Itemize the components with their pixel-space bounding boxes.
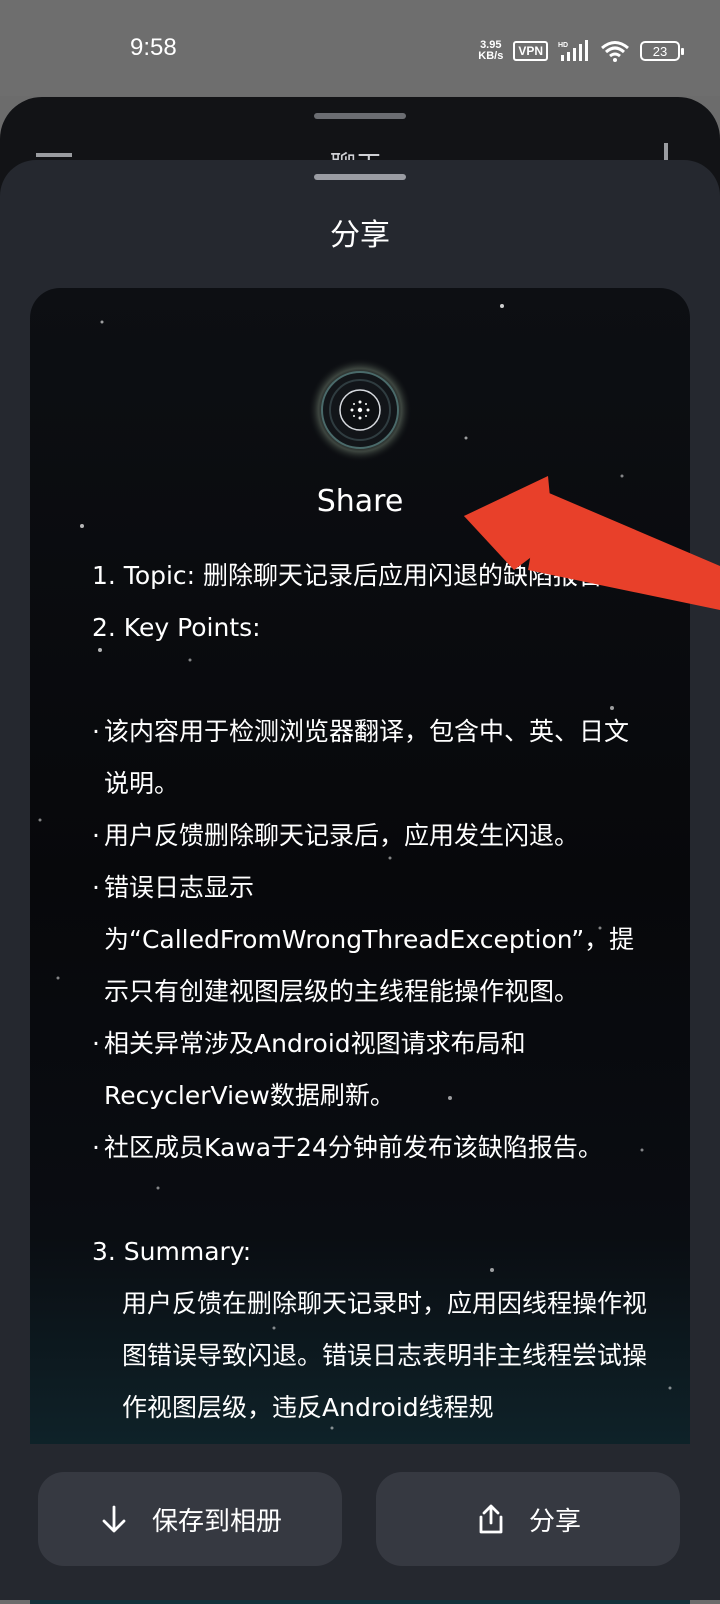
network-speed-unit: KB/s [478,50,504,62]
key-point-text: 用户反馈删除聊天记录后，应用发生闪退。 [104,821,580,850]
key-point-text: 相关异常涉及Android视图请求布局和RecyclerView数据刷新。 [104,1029,526,1110]
topic-line: 1. Topic: 删除聊天记录后应用闪退的缺陷报告 [92,561,604,590]
arrow-down-icon [102,1505,126,1533]
background-sheet-handle [314,113,406,119]
key-point-item: · 错误日志显示为“CalledFromWrongThreadException”… [92,862,652,1018]
signal-icon: HD [558,40,588,61]
key-points-heading: 2. Key Points: [92,613,261,642]
menu-icon [36,153,72,157]
bottom-action-bar: 保存到相册 分享 [0,1444,720,1600]
save-to-album-button[interactable]: 保存到相册 [38,1472,342,1566]
status-bar: 9:58 3.95 KB/s VPN HD 23 [0,0,720,96]
share-button[interactable]: 分享 [376,1472,680,1566]
svg-text:HD: HD [558,42,568,49]
card-body: 1. Topic: 删除聊天记录后应用闪退的缺陷报告 2. Key Points… [92,550,652,1434]
bullet-dot: · [92,717,100,746]
key-point-text: 社区成员Kawa于24分钟前发布该缺陷报告。 [104,1133,603,1162]
battery-indicator: 23 [640,41,684,61]
key-point-text: 该内容用于检测浏览器翻译，包含中、英、日文说明。 [104,717,630,798]
bullet-dot: · [92,1029,100,1058]
key-point-text: 错误日志显示为“CalledFromWrongThreadException”，… [104,873,635,1006]
key-point-item: · 用户反馈删除聊天记录后，应用发生闪退。 [92,810,652,862]
status-icons: 3.95 KB/s VPN HD 23 [478,36,684,66]
bullet-dot: · [92,821,100,850]
bullet-dot: · [92,873,100,902]
key-point-item: · 相关异常涉及Android视图请求布局和RecyclerView数据刷新。 [92,1018,652,1122]
summary-text: 用户反馈在删除聊天记录时，应用因线程操作视图错误导致闪退。错误日志表明非主线程尝… [122,1289,648,1422]
sheet-title: 分享 [330,218,390,253]
bullet-dot: · [92,1133,100,1162]
network-speed: 3.95 KB/s [478,40,503,62]
sheet-drag-handle[interactable] [314,174,406,180]
share-preview-card[interactable]: Share 1. Topic: 删除聊天记录后应用闪退的缺陷报告 2. Key … [30,288,690,1604]
summary-heading: 3. Summary: [92,1237,252,1266]
ai-orb-logo-icon [308,358,412,462]
wifi-icon [601,41,629,62]
save-to-album-label: 保存到相册 [151,1506,282,1537]
vpn-badge: VPN [513,41,548,61]
share-label: 分享 [528,1506,581,1537]
share-sheet: 分享 Share 1. Topic: 删除聊天记录后应用闪退的缺陷报告 2. K… [0,160,720,1604]
key-point-item: · 该内容用于检测浏览器翻译，包含中、英、日文说明。 [92,706,652,810]
key-point-item: · 社区成员Kawa于24分钟前发布该缺陷报告。 [92,1122,652,1174]
share-upload-icon [479,1504,503,1534]
status-time: 9:58 [130,34,177,61]
card-heading: Share [316,484,404,519]
